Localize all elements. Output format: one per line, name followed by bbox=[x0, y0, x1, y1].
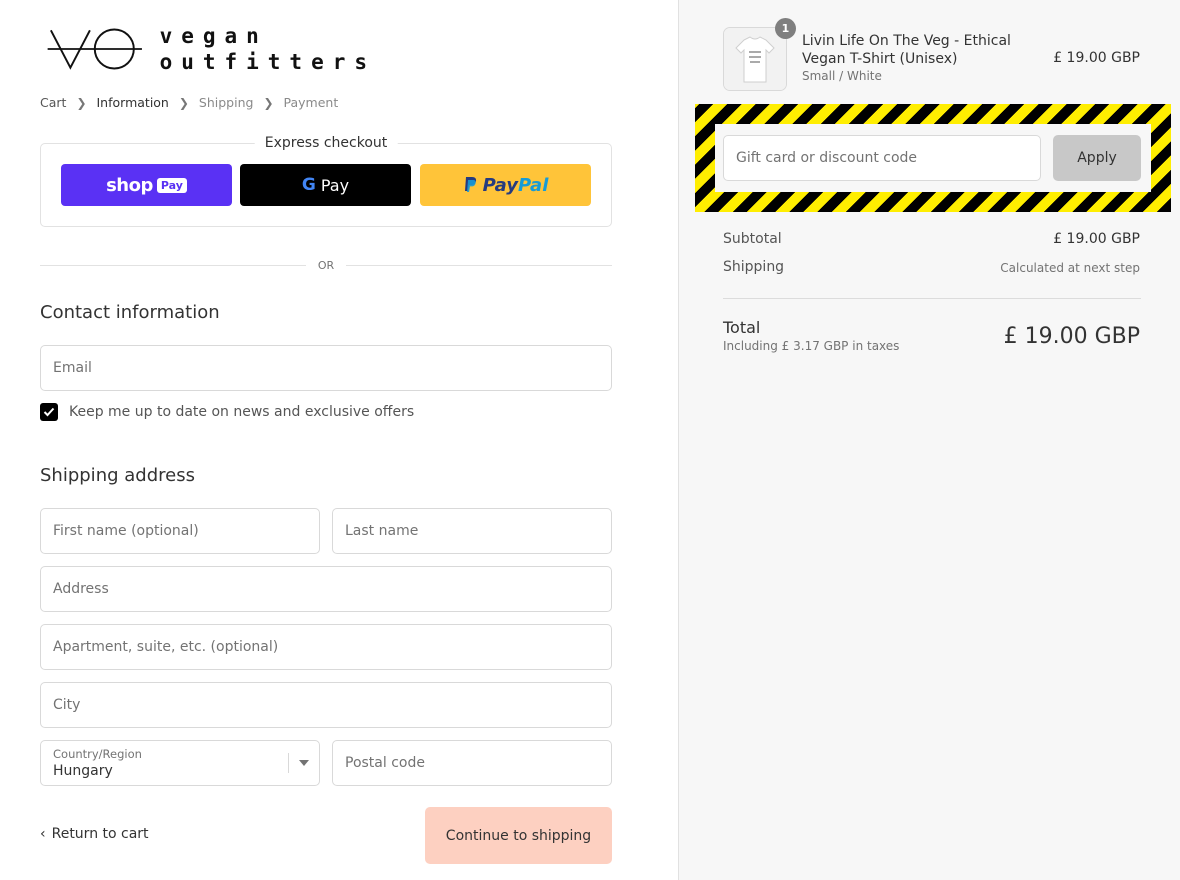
divider-line bbox=[40, 264, 306, 266]
paypal-wordmark-pay: Pay bbox=[482, 174, 518, 196]
order-summary: 1 Livin Life On The Veg - Ethical Vegan … bbox=[678, 0, 1180, 880]
chevron-right-icon: ❯ bbox=[263, 95, 274, 110]
google-g-icon: G bbox=[302, 175, 316, 195]
newsletter-label: Keep me up to date on news and exclusive… bbox=[69, 404, 415, 420]
address-field[interactable] bbox=[40, 566, 612, 612]
breadcrumb-cart[interactable]: Cart bbox=[40, 95, 66, 110]
shop-pay-badge: Pay bbox=[156, 177, 187, 193]
shop-pay-wordmark: shop bbox=[106, 174, 153, 196]
express-checkout: Express checkout shop Pay G Pay PayPal bbox=[40, 135, 612, 227]
city-input[interactable] bbox=[53, 697, 599, 713]
breadcrumb-payment: Payment bbox=[283, 95, 339, 110]
brand-wordmark: vegan outfitters bbox=[160, 23, 376, 75]
chevron-down-icon bbox=[299, 760, 309, 766]
address-input[interactable] bbox=[53, 581, 599, 597]
first-name-input[interactable] bbox=[53, 523, 307, 539]
checkmark-icon bbox=[43, 407, 55, 417]
or-divider: OR bbox=[40, 256, 612, 274]
google-g-letter: G bbox=[301, 175, 316, 195]
brand-logo[interactable]: vegan outfitters bbox=[46, 20, 376, 78]
select-divider bbox=[288, 753, 289, 773]
total-label: Total bbox=[723, 318, 761, 337]
country-label: Country/Region bbox=[53, 747, 142, 761]
summary-divider bbox=[723, 298, 1141, 299]
quantity-badge: 1 bbox=[775, 18, 796, 39]
discount-code-field[interactable] bbox=[723, 135, 1041, 181]
postal-code-field[interactable] bbox=[332, 740, 612, 786]
country-select[interactable]: Country/Region Hungary bbox=[40, 740, 320, 786]
newsletter-checkbox[interactable] bbox=[40, 403, 58, 421]
breadcrumb: Cart ❯ Information ❯ Shipping ❯ Payment bbox=[40, 95, 338, 110]
discount-code-input[interactable] bbox=[736, 150, 1028, 166]
chevron-left-icon: ‹ bbox=[40, 826, 46, 842]
return-to-cart-label: Return to cart bbox=[51, 826, 149, 842]
continue-to-shipping-button[interactable]: Continue to shipping bbox=[425, 807, 612, 864]
divider-line bbox=[346, 264, 612, 266]
shipping-label: Shipping bbox=[723, 259, 785, 275]
return-to-cart-link[interactable]: ‹ Return to cart bbox=[40, 826, 149, 842]
paypal-p-icon bbox=[464, 177, 476, 192]
google-pay-button[interactable]: G Pay bbox=[240, 164, 411, 206]
last-name-field[interactable] bbox=[332, 508, 612, 554]
brand-word-2: outfitters bbox=[159, 50, 376, 74]
contact-section-title: Contact information bbox=[40, 302, 220, 323]
subtotal-value: £ 19.00 GBP bbox=[1053, 231, 1140, 247]
vo-logo-icon bbox=[47, 28, 142, 70]
subtotal-label: Subtotal bbox=[723, 231, 782, 247]
product-price: £ 19.00 GBP bbox=[1053, 50, 1140, 66]
apply-discount-button[interactable]: Apply bbox=[1053, 135, 1141, 181]
checkout-main: vegan outfitters Cart ❯ Information ❯ Sh… bbox=[0, 0, 678, 880]
product-name: Livin Life On The Veg - Ethical Vegan T-… bbox=[802, 33, 1011, 67]
shipping-value: Calculated at next step bbox=[1000, 261, 1140, 275]
shop-pay-button[interactable]: shop Pay bbox=[61, 164, 232, 206]
apartment-field[interactable] bbox=[40, 624, 612, 670]
chevron-right-icon: ❯ bbox=[178, 95, 189, 110]
chevron-right-icon: ❯ bbox=[76, 95, 87, 110]
last-name-input[interactable] bbox=[345, 523, 599, 539]
product-thumbnail: 1 bbox=[723, 18, 796, 91]
google-pay-label: Pay bbox=[320, 175, 350, 195]
product-variant: Small / White bbox=[802, 69, 882, 83]
first-name-field[interactable] bbox=[40, 508, 320, 554]
breadcrumb-information: Information bbox=[96, 95, 169, 110]
country-value: Hungary bbox=[53, 763, 113, 779]
total-value: £ 19.00 GBP bbox=[1003, 324, 1140, 349]
express-checkout-title: Express checkout bbox=[254, 135, 398, 151]
city-field[interactable] bbox=[40, 682, 612, 728]
paypal-button[interactable]: PayPal bbox=[420, 164, 591, 206]
breadcrumb-shipping: Shipping bbox=[198, 95, 254, 110]
tshirt-image-icon bbox=[724, 28, 786, 90]
email-field[interactable] bbox=[40, 345, 612, 391]
paypal-wordmark-pal: Pal bbox=[518, 174, 549, 196]
newsletter-option[interactable]: Keep me up to date on news and exclusive… bbox=[40, 403, 414, 421]
brand-word-1: vegan bbox=[159, 24, 268, 48]
or-text: OR bbox=[317, 258, 335, 272]
email-input[interactable] bbox=[53, 360, 599, 376]
apartment-input[interactable] bbox=[53, 639, 599, 655]
shipping-section-title: Shipping address bbox=[40, 465, 195, 486]
postal-code-input[interactable] bbox=[345, 755, 599, 771]
tax-note: Including £ 3.17 GBP in taxes bbox=[723, 339, 900, 353]
